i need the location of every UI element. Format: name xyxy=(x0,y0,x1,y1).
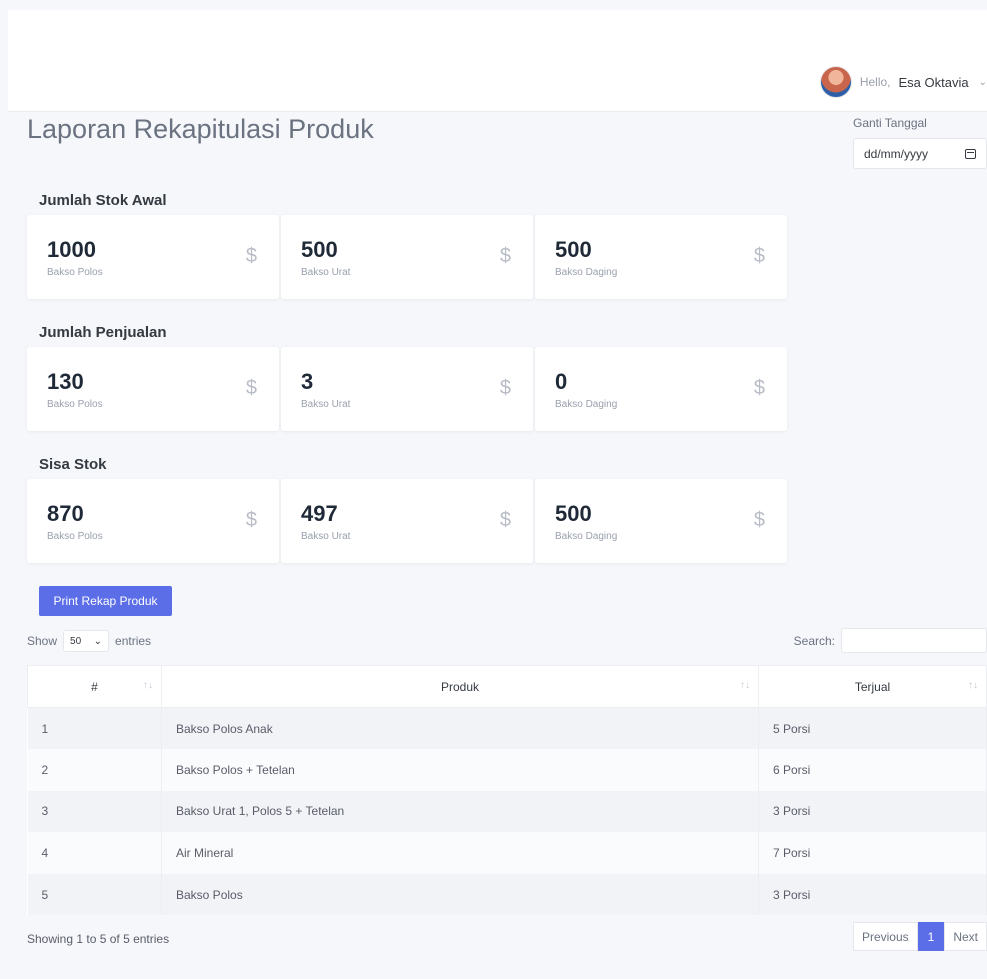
stat-card: 500 Bakso Daging $ xyxy=(535,479,787,563)
table-row: 4 Air Mineral 7 Porsi xyxy=(27,832,987,874)
cell-produk: Bakso Polos xyxy=(161,873,759,916)
stat-value: 130 xyxy=(47,369,84,394)
chevron-down-icon[interactable]: ⌄ xyxy=(979,77,987,88)
search-label: Search: xyxy=(793,633,835,648)
table-row: 1 Bakso Polos Anak 5 Porsi xyxy=(27,707,987,750)
dollar-icon: $ xyxy=(753,245,765,267)
search-input[interactable] xyxy=(841,628,987,653)
cell-terjual: 6 Porsi xyxy=(758,749,987,791)
date-input[interactable]: dd/mm/yyyy xyxy=(853,138,987,169)
stat-label: Bakso Urat xyxy=(301,399,351,410)
stat-card: 500 Bakso Urat $ xyxy=(281,215,533,299)
stat-card: 3 Bakso Urat $ xyxy=(281,347,533,431)
sort-icon[interactable]: ↑↓ xyxy=(968,680,978,691)
topbar: Hello, Esa Oktavia ⌄ xyxy=(8,10,987,112)
cell-number: 1 xyxy=(27,707,162,750)
stat-value: 0 xyxy=(555,369,568,394)
cell-number: 4 xyxy=(27,832,162,874)
user-name[interactable]: Esa Oktavia xyxy=(899,75,969,90)
cell-produk: Bakso Polos + Tetelan xyxy=(161,749,759,791)
dollar-icon: $ xyxy=(753,509,765,531)
cell-number: 3 xyxy=(27,790,162,833)
cell-number: 2 xyxy=(27,749,162,791)
stat-label: Bakso Daging xyxy=(555,399,618,410)
print-rekap-button[interactable]: Print Rekap Produk xyxy=(39,586,172,616)
dollar-icon: $ xyxy=(245,245,257,267)
cell-terjual: 7 Porsi xyxy=(758,832,987,874)
search-control: Search: xyxy=(794,628,987,653)
entries-value: 50 xyxy=(70,635,82,647)
produk-table: # ↑↓ Produk ↑↓ Terjual ↑↓ 1 Bakso Polos … xyxy=(27,665,987,916)
stat-card: 497 Bakso Urat $ xyxy=(281,479,533,563)
dollar-icon: $ xyxy=(499,245,511,267)
stat-label: Bakso Polos xyxy=(47,531,103,542)
dollar-icon: $ xyxy=(753,377,765,399)
table-row: 2 Bakso Polos + Tetelan 6 Porsi xyxy=(27,749,987,791)
stat-card: 1000 Bakso Polos $ xyxy=(27,215,279,299)
date-placeholder: dd/mm/yyyy xyxy=(864,146,929,161)
stat-card: 0 Bakso Daging $ xyxy=(535,347,787,431)
stat-label: Bakso Polos xyxy=(47,267,103,278)
column-header-produk[interactable]: Produk ↑↓ xyxy=(161,665,759,708)
table-row: 3 Bakso Urat 1, Polos 5 + Tetelan 3 Pors… xyxy=(27,790,987,833)
stat-label: Bakso Urat xyxy=(301,531,351,542)
stat-value: 500 xyxy=(301,237,338,262)
section-title-stok-awal: Jumlah Stok Awal xyxy=(39,192,167,209)
next-button[interactable]: Next xyxy=(944,922,987,951)
section-title-sisa-stok: Sisa Stok xyxy=(39,456,107,473)
entries-label: entries xyxy=(115,634,152,648)
avatar[interactable] xyxy=(819,66,852,98)
show-label: Show xyxy=(27,634,58,648)
stat-value: 500 xyxy=(555,501,592,526)
sort-icon[interactable]: ↑↓ xyxy=(740,680,750,691)
stat-card: 870 Bakso Polos $ xyxy=(27,479,279,563)
cards-stok-awal: 1000 Bakso Polos $ 500 Bakso Urat $ 500 … xyxy=(27,215,787,299)
cell-number: 5 xyxy=(27,873,162,916)
page-button-1[interactable]: 1 xyxy=(917,922,945,951)
section-title-penjualan: Jumlah Penjualan xyxy=(39,324,167,341)
cell-terjual: 5 Porsi xyxy=(758,707,987,750)
sort-icon[interactable]: ↑↓ xyxy=(143,680,153,691)
previous-button[interactable]: Previous xyxy=(852,922,918,951)
stat-label: Bakso Polos xyxy=(47,399,103,410)
user-menu[interactable]: Hello, Esa Oktavia ⌄ xyxy=(819,66,987,98)
calendar-icon[interactable] xyxy=(965,148,976,159)
stat-card: 130 Bakso Polos $ xyxy=(27,347,279,431)
table-info: Showing 1 to 5 of 5 entries xyxy=(27,932,170,946)
chevron-down-icon: ⌄ xyxy=(93,635,103,647)
stat-value: 3 xyxy=(301,369,314,394)
entries-length-control: Show 50 ⌄ entries xyxy=(27,630,151,652)
cell-produk: Air Mineral xyxy=(161,832,759,874)
dollar-icon: $ xyxy=(499,377,511,399)
dollar-icon: $ xyxy=(499,509,511,531)
stat-label: Bakso Daging xyxy=(555,267,618,278)
stat-value: 497 xyxy=(301,501,338,526)
cards-sisa-stok: 870 Bakso Polos $ 497 Bakso Urat $ 500 B… xyxy=(27,479,787,563)
greeting-text: Hello, xyxy=(859,75,891,89)
pagination: Previous 1 Next xyxy=(852,922,987,951)
table-row: 5 Bakso Polos 3 Porsi xyxy=(27,873,987,916)
cell-terjual: 3 Porsi xyxy=(758,790,987,833)
cell-produk: Bakso Urat 1, Polos 5 + Tetelan xyxy=(161,790,759,833)
page-title: Laporan Rekapitulasi Produk xyxy=(27,114,374,144)
column-header-number[interactable]: # ↑↓ xyxy=(27,665,162,708)
stat-value: 1000 xyxy=(47,237,96,262)
stat-value: 870 xyxy=(47,501,84,526)
stat-value: 500 xyxy=(555,237,592,262)
stat-card: 500 Bakso Daging $ xyxy=(535,215,787,299)
stat-label: Bakso Urat xyxy=(301,267,351,278)
column-header-terjual[interactable]: Terjual ↑↓ xyxy=(758,665,987,708)
stat-label: Bakso Daging xyxy=(555,531,618,542)
dollar-icon: $ xyxy=(245,377,257,399)
date-label: Ganti Tanggal xyxy=(853,116,927,130)
dollar-icon: $ xyxy=(245,509,257,531)
cell-terjual: 3 Porsi xyxy=(758,873,987,916)
cell-produk: Bakso Polos Anak xyxy=(161,707,759,750)
cards-penjualan: 130 Bakso Polos $ 3 Bakso Urat $ 0 Bakso… xyxy=(27,347,787,431)
entries-select[interactable]: 50 ⌄ xyxy=(63,630,110,652)
